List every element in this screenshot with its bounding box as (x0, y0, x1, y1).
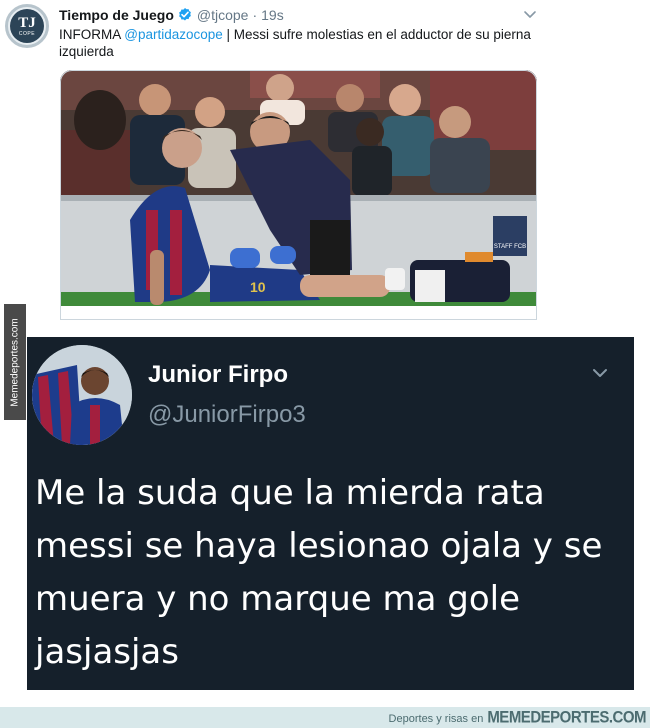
tweet-juniorfirpo: Junior Firpo @JuniorFirpo3 Me la suda qu… (27, 337, 634, 690)
tweet-text: INFORMA @partidazocope | Messi sufre mol… (59, 26, 549, 60)
separator-dot: · (252, 7, 258, 23)
author-name[interactable]: Junior Firpo (148, 361, 288, 389)
author-name[interactable]: Tiempo de Juego (59, 7, 174, 23)
footer-tagline: Deportes y risas en (388, 713, 484, 725)
tweet-text: Me la suda que la mierda rata messi se h… (35, 473, 603, 672)
tweet-photo[interactable]: STAFF FCB 10 (60, 70, 537, 320)
verified-badge-icon (177, 7, 193, 23)
avatar-photo (32, 345, 132, 445)
footer-credit: Deportes y risas en MEMEDEPORTES.COM (388, 708, 647, 727)
footer-brand-link[interactable]: MEMEDEPORTES.COM (487, 708, 646, 727)
side-watermark: Memedeportes.com (4, 304, 26, 420)
jersey-number-text: 10 (250, 279, 266, 295)
side-watermark-text: Memedeportes.com (9, 317, 21, 407)
tweet-header: Tiempo de Juego @tjcope · 19s (59, 6, 284, 24)
mention-link[interactable]: @partidazocope (124, 27, 223, 42)
tjcope-avatar[interactable]: TJ COPE (5, 4, 49, 48)
author-handle[interactable]: @JuniorFirpo3 (148, 401, 306, 429)
chevron-down-icon[interactable] (590, 363, 610, 383)
footer-bar: Deportes y risas en MEMEDEPORTES.COM (0, 707, 650, 728)
tj-logo-text: TJ (18, 14, 36, 31)
tweet-text-prefix: INFORMA (59, 27, 125, 42)
tweet-tjcope: TJ COPE Tiempo de Juego @tjcope · 19s IN… (0, 0, 650, 337)
staff-badge-text: STAFF FCB (494, 244, 526, 250)
tweet-timestamp[interactable]: 19s (261, 7, 284, 23)
tj-logo-subtext: COPE (18, 30, 36, 37)
tj-logo: TJ COPE (10, 9, 44, 43)
chevron-down-icon[interactable] (522, 6, 538, 22)
photo-scene: STAFF FCB 10 (60, 70, 537, 320)
juniorfirpo-avatar[interactable] (32, 345, 132, 445)
author-handle[interactable]: @tjcope (197, 7, 249, 23)
